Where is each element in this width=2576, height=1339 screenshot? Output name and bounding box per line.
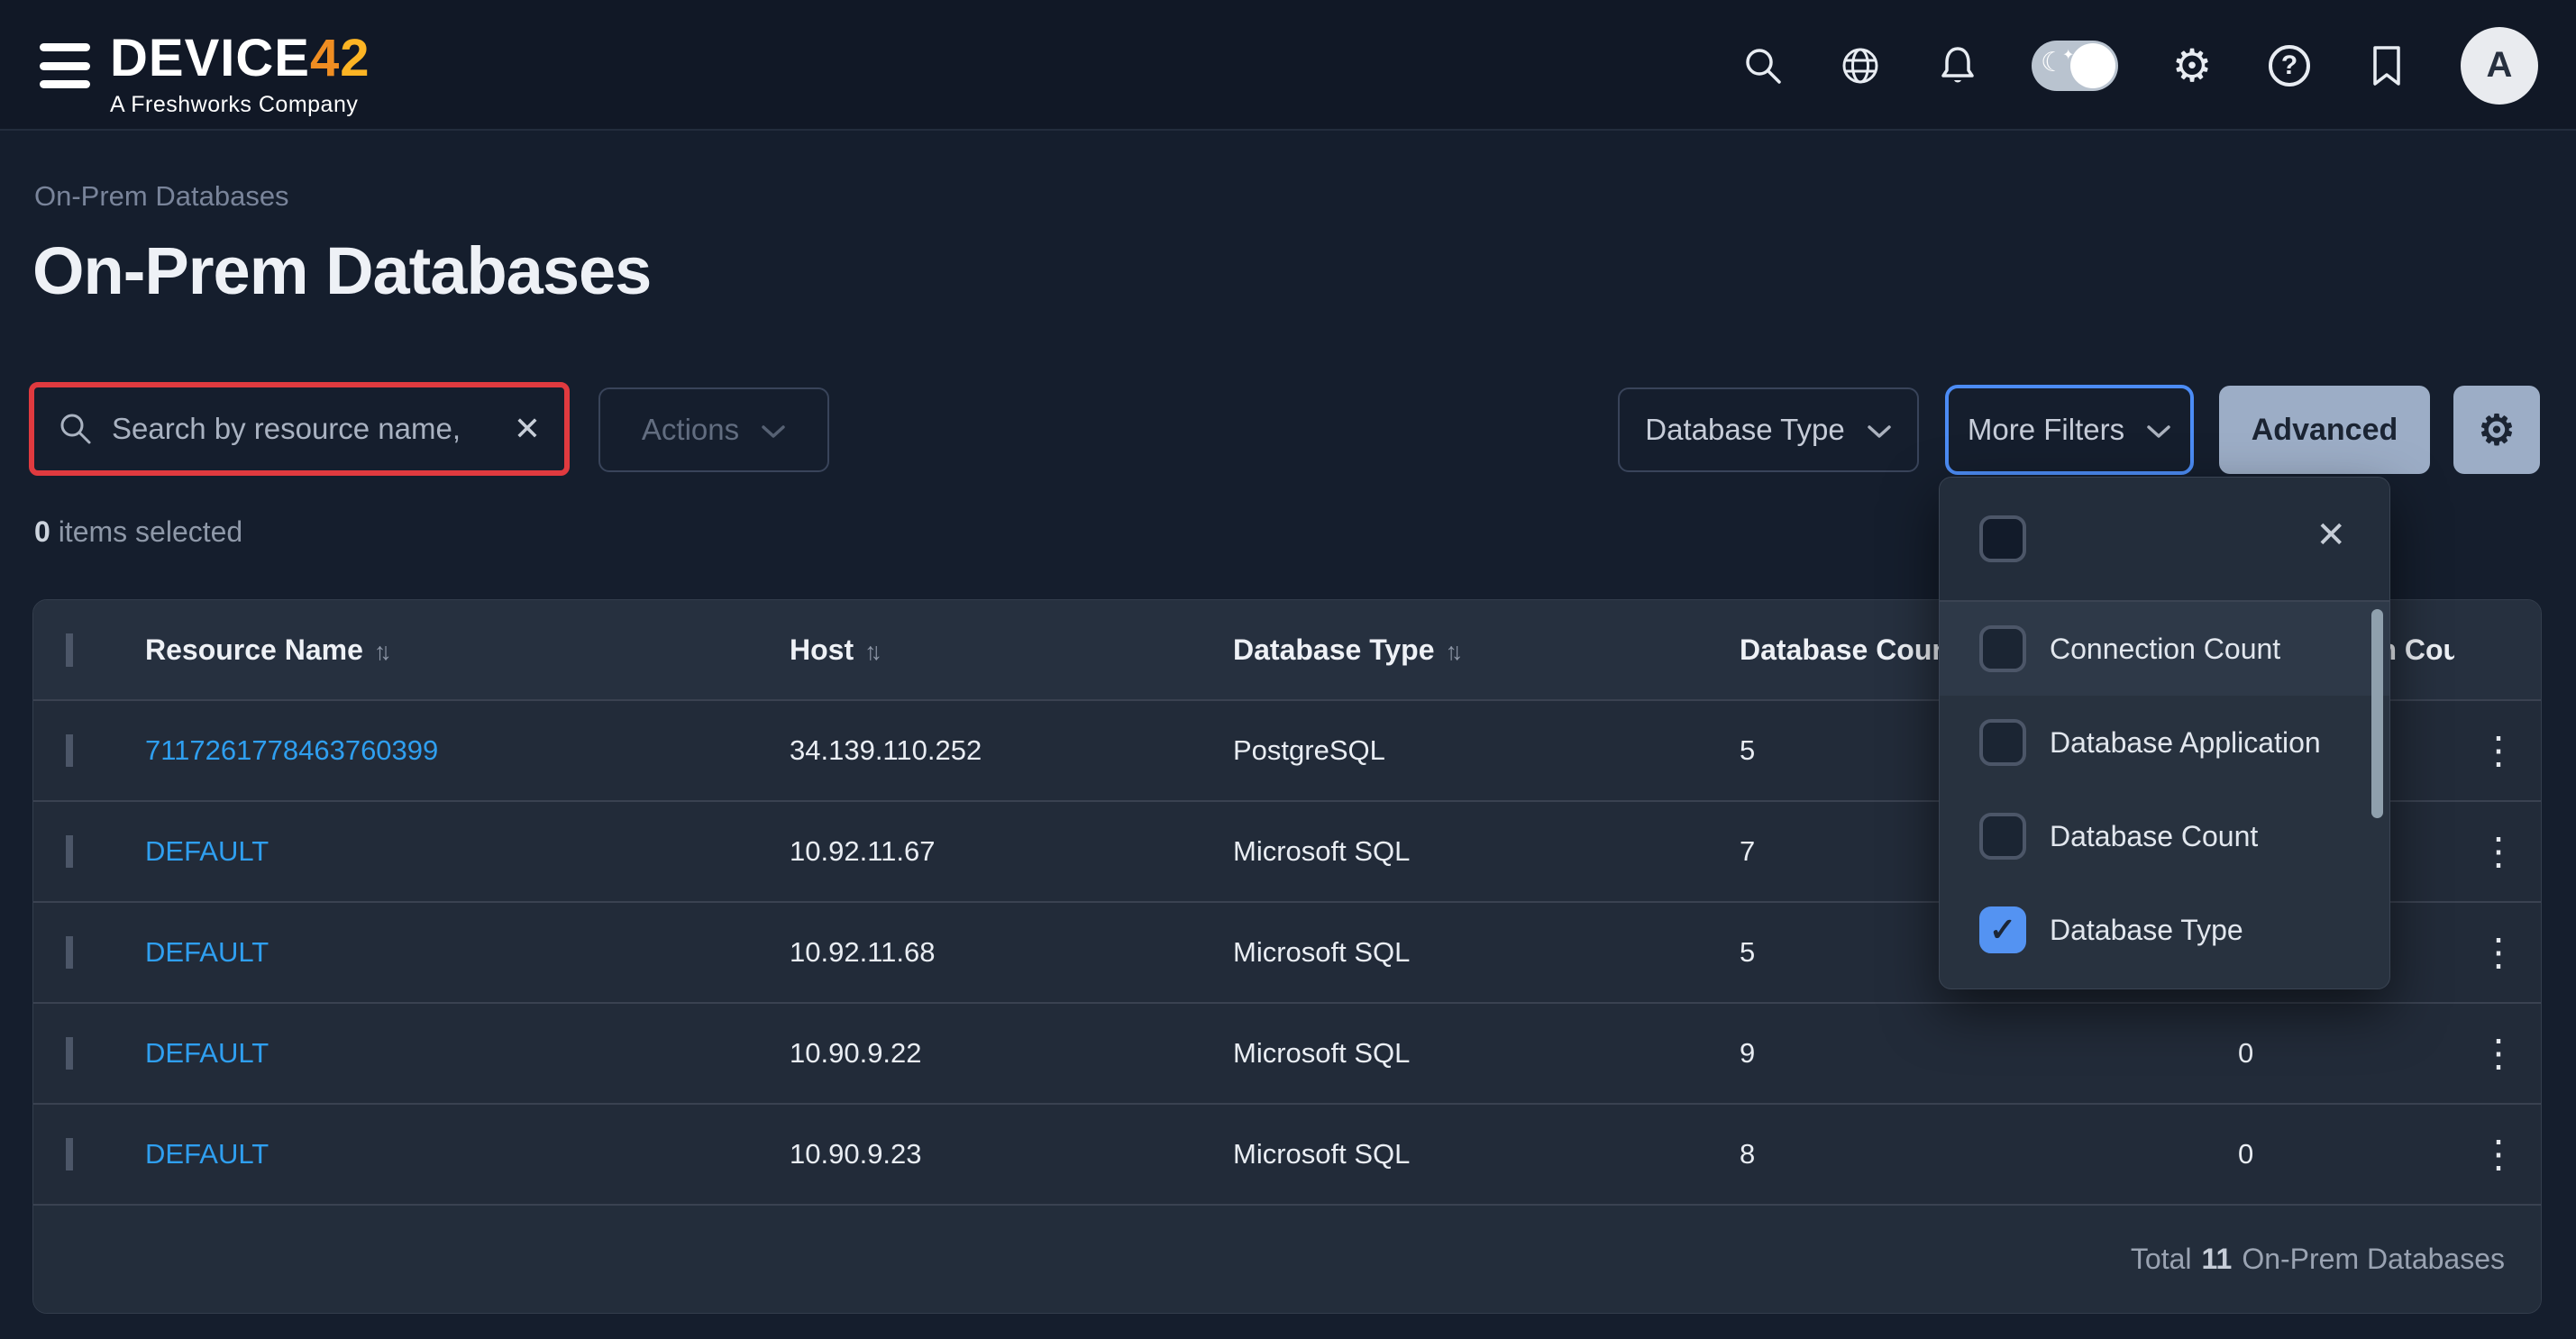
row-menu-kebab-icon[interactable]: ⋮: [2454, 733, 2542, 768]
sort-icon: ↑↓: [374, 638, 386, 665]
globe-icon[interactable]: [1837, 42, 1884, 89]
notifications-bell-icon[interactable]: [1934, 42, 1981, 89]
top-nav: DEVICE42 A Freshworks Company ☾ ✦ ⚙ ? A: [0, 0, 2576, 131]
brand-name: DEVICE42: [110, 32, 370, 85]
filter-checkbox[interactable]: [1979, 719, 2026, 766]
search-icon[interactable]: [1740, 42, 1786, 89]
user-avatar[interactable]: A: [2461, 27, 2538, 105]
help-icon[interactable]: ?: [2266, 42, 2313, 89]
filter-option-database-type[interactable]: Database Type: [1940, 883, 2389, 977]
page-title: On-Prem Databases: [32, 232, 651, 309]
menu-icon[interactable]: [40, 43, 90, 88]
filter-option-database-application[interactable]: Database Application: [1940, 696, 2389, 789]
chevron-down-icon: [2146, 424, 2171, 440]
filter-option-database-count[interactable]: Database Count: [1940, 789, 2389, 883]
dropdown-scrollbar[interactable]: [2371, 609, 2383, 818]
database-count-cell: 8: [1740, 1138, 2238, 1170]
bookmark-icon[interactable]: [2363, 42, 2410, 89]
table-row: DEFAULT 10.90.9.22 Microsoft SQL 9 0 ⋮: [33, 1002, 2541, 1103]
host-cell: 10.92.11.67: [790, 835, 1233, 868]
database-type-cell: Microsoft SQL: [1233, 936, 1740, 969]
column-header-resource-name[interactable]: Resource Name↑↓: [145, 633, 790, 667]
chevron-down-icon: [761, 424, 786, 440]
actions-dropdown-button[interactable]: Actions: [598, 387, 829, 472]
selection-summary: 0 items selected: [34, 515, 242, 549]
table-footer: Total 11 On-Prem Databases: [33, 1204, 2541, 1313]
resource-name-link[interactable]: DEFAULT: [145, 835, 269, 867]
database-type-cell: Microsoft SQL: [1233, 1037, 1740, 1070]
advanced-button[interactable]: Advanced: [2219, 386, 2430, 474]
row-menu-kebab-icon[interactable]: ⋮: [2454, 834, 2542, 869]
filter-option-connection-count[interactable]: Connection Count: [1940, 602, 2389, 696]
row-checkbox[interactable]: [66, 936, 73, 969]
theme-toggle[interactable]: ☾ ✦: [2032, 41, 2118, 91]
row-menu-kebab-icon[interactable]: ⋮: [2454, 1036, 2542, 1070]
resource-name-link[interactable]: DEFAULT: [145, 1037, 269, 1069]
database-type-cell: Microsoft SQL: [1233, 1138, 1740, 1170]
connection-count-cell: 0: [2238, 1037, 2454, 1070]
sort-icon: ↑↓: [864, 638, 876, 665]
filter-checkbox-checked[interactable]: [1979, 906, 2026, 953]
dropdown-header: ✕: [1940, 478, 2389, 602]
row-checkbox[interactable]: [66, 734, 73, 767]
search-box-highlighted[interactable]: ✕: [29, 382, 570, 476]
database-type-filter-button[interactable]: Database Type: [1618, 387, 1919, 472]
database-type-cell: Microsoft SQL: [1233, 835, 1740, 868]
sort-icon: ↑↓: [1446, 638, 1457, 665]
total-count: 11: [2202, 1243, 2233, 1276]
host-cell: 10.90.9.22: [790, 1037, 1233, 1070]
select-all-checkbox[interactable]: [66, 633, 73, 667]
row-checkbox[interactable]: [66, 1037, 73, 1070]
column-header-database-type[interactable]: Database Type↑↓: [1233, 633, 1740, 667]
host-cell: 10.90.9.23: [790, 1138, 1233, 1170]
close-icon[interactable]: ✕: [2316, 517, 2346, 553]
connection-count-cell: 0: [2238, 1138, 2454, 1170]
database-count-cell: 9: [1740, 1037, 2238, 1070]
brand-tagline: A Freshworks Company: [110, 92, 370, 118]
database-type-cell: PostgreSQL: [1233, 734, 1740, 767]
settings-gear-icon[interactable]: ⚙: [2169, 42, 2215, 89]
resource-name-link[interactable]: 7117261778463760399: [145, 734, 438, 766]
clear-search-icon[interactable]: ✕: [514, 413, 541, 445]
filter-checkbox[interactable]: [1979, 625, 2026, 672]
gear-icon: ⚙: [2478, 409, 2515, 451]
brand-logo[interactable]: DEVICE42 A Freshworks Company: [110, 32, 370, 118]
resource-name-link[interactable]: DEFAULT: [145, 1138, 269, 1170]
column-header-host[interactable]: Host↑↓: [790, 633, 1233, 667]
toggle-knob: [2070, 43, 2115, 88]
search-input-icon: [58, 411, 94, 447]
select-all-filters-checkbox[interactable]: [1979, 515, 2026, 562]
table-row: DEFAULT 10.90.9.23 Microsoft SQL 8 0 ⋮: [33, 1103, 2541, 1204]
filter-checkbox[interactable]: [1979, 813, 2026, 860]
more-filters-button[interactable]: More Filters: [1945, 385, 2194, 475]
host-cell: 10.92.11.68: [790, 936, 1233, 969]
row-menu-kebab-icon[interactable]: ⋮: [2454, 1137, 2542, 1171]
row-menu-kebab-icon[interactable]: ⋮: [2454, 935, 2542, 970]
host-cell: 34.139.110.252: [790, 734, 1233, 767]
resource-name-link[interactable]: DEFAULT: [145, 936, 269, 968]
chevron-down-icon: [1867, 424, 1892, 440]
search-input[interactable]: [112, 412, 496, 446]
nav-icon-cluster: ☾ ✦ ⚙ ? A: [1740, 0, 2538, 131]
row-checkbox[interactable]: [66, 1138, 73, 1170]
moon-icon: ☾: [2041, 47, 2065, 78]
row-checkbox[interactable]: [66, 835, 73, 868]
more-filters-dropdown-panel: ✕ Connection Count Database Application …: [1939, 477, 2390, 989]
breadcrumb[interactable]: On-Prem Databases: [34, 180, 289, 213]
table-settings-button[interactable]: ⚙: [2453, 386, 2540, 474]
